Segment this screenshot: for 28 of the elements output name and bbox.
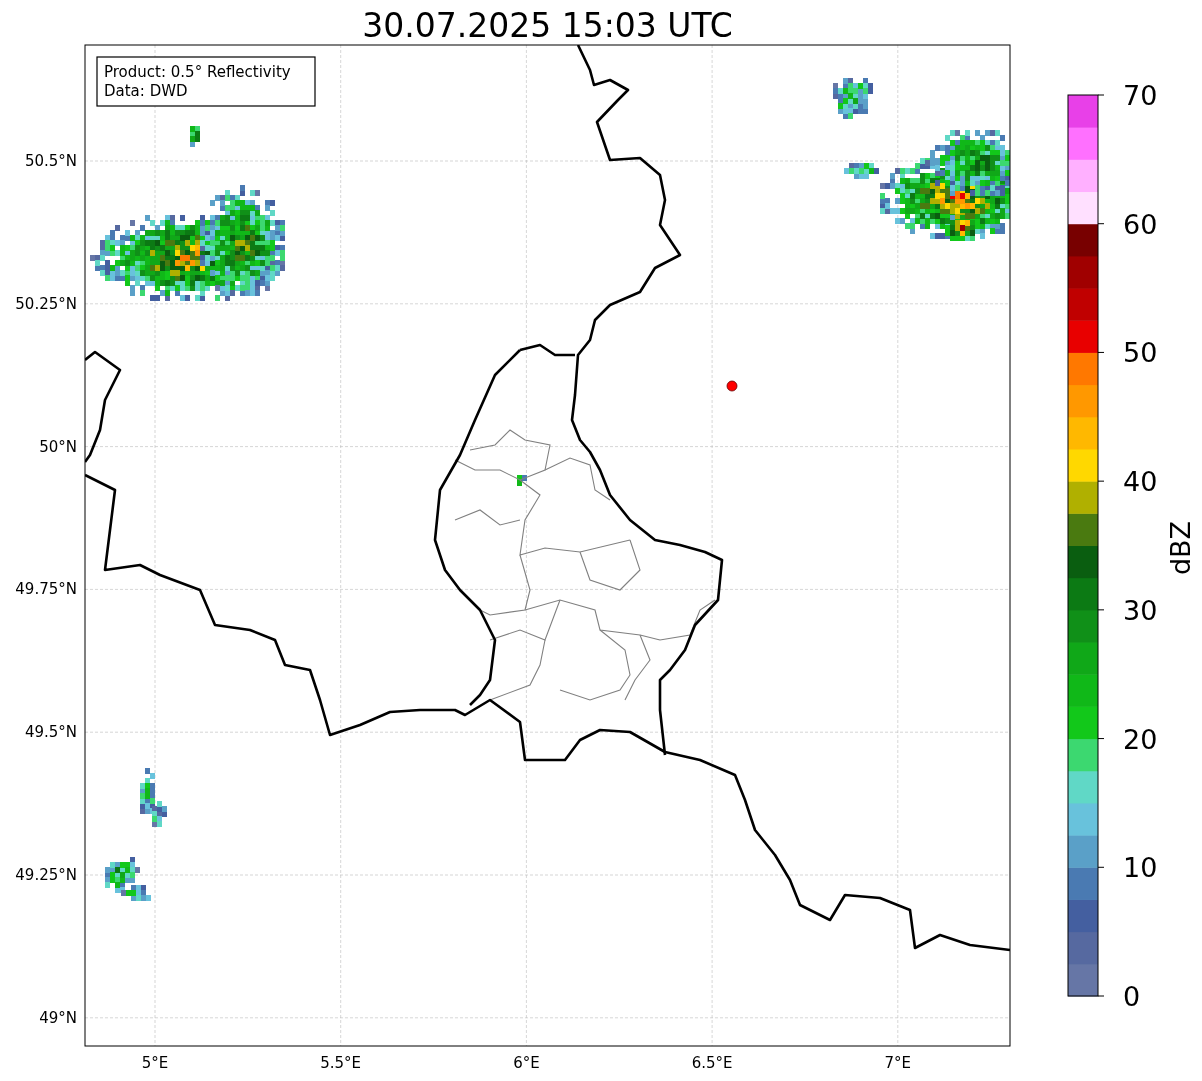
axis-tick-label: 5.5°E xyxy=(320,1054,362,1072)
figure-title: 30.07.2025 15:03 UTC xyxy=(362,6,733,45)
radar-site-marker xyxy=(726,380,738,392)
colorbar-label: dBZ xyxy=(1165,520,1196,576)
axis-tick-label: 50.25°N xyxy=(15,294,77,313)
colorbar-tick-label: 0 xyxy=(1123,981,1141,1012)
axis-tick-label: 7°E xyxy=(884,1054,912,1072)
colorbar-tick-label: 20 xyxy=(1123,723,1158,755)
colorbar-tick-label: 50 xyxy=(1123,337,1158,369)
axis-tick-label: 5°E xyxy=(141,1054,169,1072)
axis-tick-label: 49.5°N xyxy=(24,723,77,742)
axis-tick-label: 49.25°N xyxy=(15,866,77,884)
radar-echo xyxy=(833,78,873,119)
colorbar-tick-label: 60 xyxy=(1123,208,1158,240)
colorbar-tick-label: 10 xyxy=(1123,852,1158,884)
colorbar-tick-label: 30 xyxy=(1123,594,1158,626)
axis-tick-label: 49.75°N xyxy=(15,580,77,599)
radar-echo xyxy=(517,475,527,486)
colorbar-tick-label: 40 xyxy=(1123,466,1158,498)
axis-tick-label: 6.5°E xyxy=(691,1054,733,1072)
info-text: Data: DWD xyxy=(104,82,188,100)
colorbar-tick-label: 70 xyxy=(1123,80,1158,111)
axis-tick-label: 50.5°N xyxy=(24,152,77,170)
info-text: Product: 0.5° Reflectivity xyxy=(104,63,291,81)
axis-tick-label: 6°E xyxy=(513,1054,540,1072)
axis-tick-label: 49°N xyxy=(39,1008,77,1027)
axis-tick-label: 50°N xyxy=(39,437,77,456)
radar-echo xyxy=(190,126,200,147)
